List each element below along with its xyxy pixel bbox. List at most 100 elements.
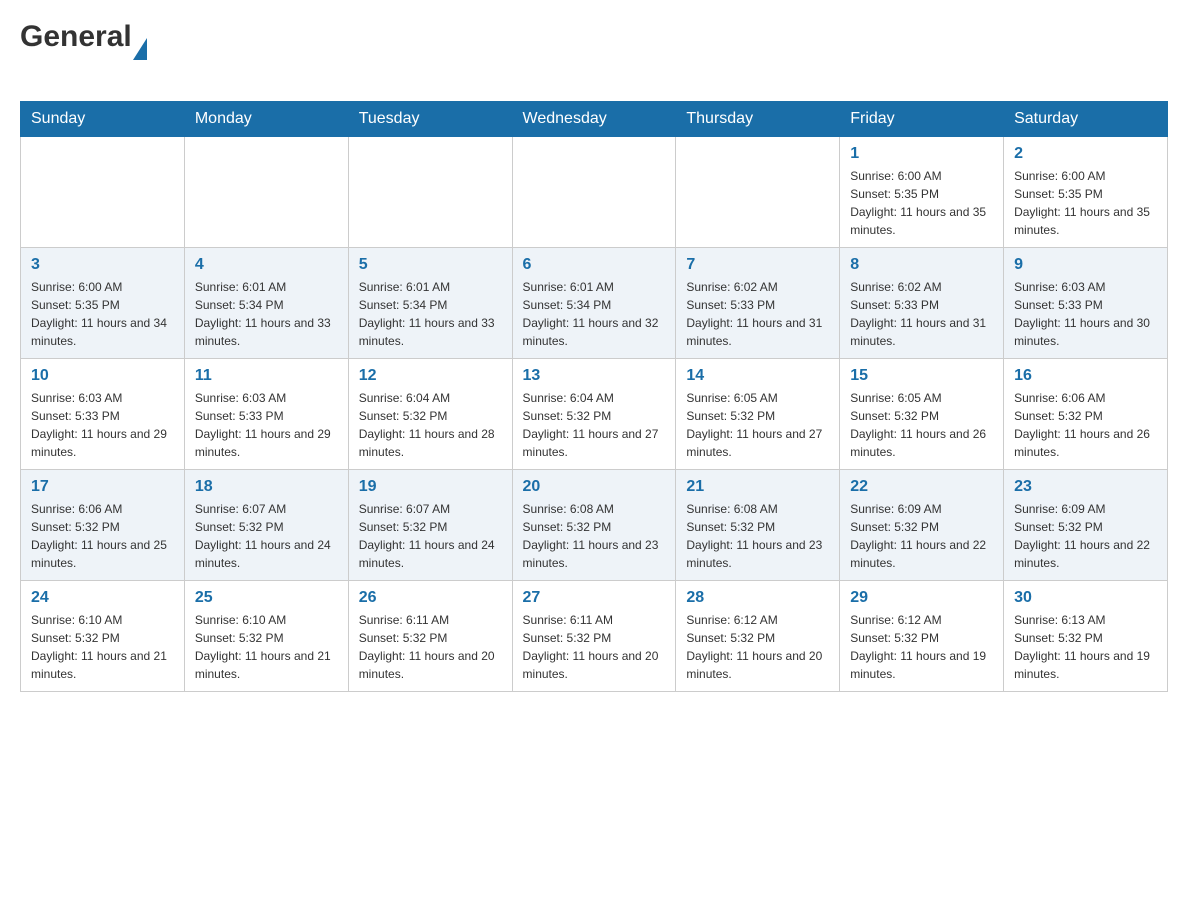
day-number: 3	[31, 256, 174, 274]
day-info: Sunrise: 6:04 AM Sunset: 5:32 PM Dayligh…	[359, 389, 502, 461]
calendar-cell: 13Sunrise: 6:04 AM Sunset: 5:32 PM Dayli…	[512, 359, 676, 470]
calendar-cell: 14 Sunrise: 6:05 AM Sunset: 5:32 PM Dayli…	[676, 359, 840, 470]
page-header: General	[20, 20, 1168, 85]
calendar-cell: 24Sunrise: 6:10 AM Sunset: 5:32 PM Dayli…	[21, 581, 185, 692]
day-number: 22	[850, 478, 993, 496]
day-info: Sunrise: 6:13 AM Sunset: 5:32 PM Dayligh…	[1014, 611, 1157, 683]
day-info: Sunrise: 6:02 AM Sunset: 5:33 PM Dayligh…	[686, 278, 829, 350]
calendar-cell: 18Sunrise: 6:07 AM Sunset: 5:32 PM Dayli…	[184, 470, 348, 581]
day-number: 7	[686, 256, 829, 274]
day-info: Sunrise: 6:01 AM Sunset: 5:34 PM Dayligh…	[195, 278, 338, 350]
logo: General	[20, 20, 148, 85]
day-of-week-header: Tuesday	[348, 102, 512, 137]
calendar-cell	[512, 137, 676, 248]
calendar-cell: 23 Sunrise: 6:09 AM Sunset: 5:32 PM Dayli…	[1004, 470, 1168, 581]
calendar-cell: 28Sunrise: 6:12 AM Sunset: 5:32 PM Dayli…	[676, 581, 840, 692]
day-number: 4	[195, 256, 338, 274]
calendar-cell: 7 Sunrise: 6:02 AM Sunset: 5:33 PM Daylig…	[676, 248, 840, 359]
day-number: 14	[686, 367, 829, 385]
calendar-week-row: 24Sunrise: 6:10 AM Sunset: 5:32 PM Dayli…	[21, 581, 1168, 692]
day-info: Sunrise: 6:01 AM Sunset: 5:34 PM Dayligh…	[359, 278, 502, 350]
calendar-header-row: SundayMondayTuesdayWednesdayThursdayFrid…	[21, 102, 1168, 137]
calendar-cell: 3 Sunrise: 6:00 AM Sunset: 5:35 PM Daylig…	[21, 248, 185, 359]
logo-triangle-icon	[133, 38, 147, 60]
calendar-cell: 25 Sunrise: 6:10 AM Sunset: 5:32 PM Dayli…	[184, 581, 348, 692]
day-number: 17	[31, 478, 174, 496]
logo-general-text: General	[20, 20, 132, 54]
day-info: Sunrise: 6:06 AM Sunset: 5:32 PM Dayligh…	[1014, 389, 1157, 461]
calendar-cell: 8 Sunrise: 6:02 AM Sunset: 5:33 PM Daylig…	[840, 248, 1004, 359]
day-of-week-header: Thursday	[676, 102, 840, 137]
day-number: 28	[686, 589, 829, 607]
calendar-cell: 19 Sunrise: 6:07 AM Sunset: 5:32 PM Dayli…	[348, 470, 512, 581]
calendar-week-row: 10Sunrise: 6:03 AM Sunset: 5:33 PM Dayli…	[21, 359, 1168, 470]
calendar-cell: 21 Sunrise: 6:08 AM Sunset: 5:32 PM Dayli…	[676, 470, 840, 581]
calendar-cell: 4 Sunrise: 6:01 AM Sunset: 5:34 PM Daylig…	[184, 248, 348, 359]
calendar-cell: 9 Sunrise: 6:03 AM Sunset: 5:33 PM Daylig…	[1004, 248, 1168, 359]
day-info: Sunrise: 6:08 AM Sunset: 5:32 PM Dayligh…	[523, 500, 666, 572]
day-info: Sunrise: 6:10 AM Sunset: 5:32 PM Dayligh…	[31, 611, 174, 683]
day-number: 2	[1014, 145, 1157, 163]
day-info: Sunrise: 6:05 AM Sunset: 5:32 PM Dayligh…	[850, 389, 993, 461]
day-number: 23	[1014, 478, 1157, 496]
day-of-week-header: Wednesday	[512, 102, 676, 137]
day-number: 8	[850, 256, 993, 274]
calendar-week-row: 3 Sunrise: 6:00 AM Sunset: 5:35 PM Daylig…	[21, 248, 1168, 359]
calendar-cell	[21, 137, 185, 248]
day-info: Sunrise: 6:07 AM Sunset: 5:32 PM Dayligh…	[359, 500, 502, 572]
calendar-cell: 30 Sunrise: 6:13 AM Sunset: 5:32 PM Dayli…	[1004, 581, 1168, 692]
calendar-cell: 26Sunrise: 6:11 AM Sunset: 5:32 PM Dayli…	[348, 581, 512, 692]
calendar-cell: 22 Sunrise: 6:09 AM Sunset: 5:32 PM Dayli…	[840, 470, 1004, 581]
day-number: 6	[523, 256, 666, 274]
calendar-week-row: 17 Sunrise: 6:06 AM Sunset: 5:32 PM Dayli…	[21, 470, 1168, 581]
day-number: 16	[1014, 367, 1157, 385]
calendar-cell: 29Sunrise: 6:12 AM Sunset: 5:32 PM Dayli…	[840, 581, 1004, 692]
day-number: 12	[359, 367, 502, 385]
calendar-cell: 10Sunrise: 6:03 AM Sunset: 5:33 PM Dayli…	[21, 359, 185, 470]
calendar-cell: 5 Sunrise: 6:01 AM Sunset: 5:34 PM Daylig…	[348, 248, 512, 359]
calendar-cell	[676, 137, 840, 248]
day-info: Sunrise: 6:00 AM Sunset: 5:35 PM Dayligh…	[31, 278, 174, 350]
day-info: Sunrise: 6:11 AM Sunset: 5:32 PM Dayligh…	[523, 611, 666, 683]
day-info: Sunrise: 6:00 AM Sunset: 5:35 PM Dayligh…	[850, 167, 993, 239]
calendar-table: SundayMondayTuesdayWednesdayThursdayFrid…	[20, 101, 1168, 692]
day-number: 27	[523, 589, 666, 607]
calendar-week-row: 1 Sunrise: 6:00 AM Sunset: 5:35 PM Daylig…	[21, 137, 1168, 248]
calendar-cell: 1 Sunrise: 6:00 AM Sunset: 5:35 PM Daylig…	[840, 137, 1004, 248]
day-number: 18	[195, 478, 338, 496]
day-number: 9	[1014, 256, 1157, 274]
calendar-cell	[184, 137, 348, 248]
day-number: 5	[359, 256, 502, 274]
day-of-week-header: Monday	[184, 102, 348, 137]
calendar-cell: 17 Sunrise: 6:06 AM Sunset: 5:32 PM Dayli…	[21, 470, 185, 581]
day-info: Sunrise: 6:00 AM Sunset: 5:35 PM Dayligh…	[1014, 167, 1157, 239]
day-info: Sunrise: 6:10 AM Sunset: 5:32 PM Dayligh…	[195, 611, 338, 683]
day-number: 25	[195, 589, 338, 607]
day-info: Sunrise: 6:09 AM Sunset: 5:32 PM Dayligh…	[1014, 500, 1157, 572]
day-info: Sunrise: 6:01 AM Sunset: 5:34 PM Dayligh…	[523, 278, 666, 350]
day-number: 20	[523, 478, 666, 496]
day-info: Sunrise: 6:03 AM Sunset: 5:33 PM Dayligh…	[1014, 278, 1157, 350]
day-info: Sunrise: 6:06 AM Sunset: 5:32 PM Dayligh…	[31, 500, 174, 572]
day-number: 30	[1014, 589, 1157, 607]
calendar-cell: 12 Sunrise: 6:04 AM Sunset: 5:32 PM Dayli…	[348, 359, 512, 470]
day-info: Sunrise: 6:02 AM Sunset: 5:33 PM Dayligh…	[850, 278, 993, 350]
day-info: Sunrise: 6:03 AM Sunset: 5:33 PM Dayligh…	[195, 389, 338, 461]
day-number: 1	[850, 145, 993, 163]
day-info: Sunrise: 6:09 AM Sunset: 5:32 PM Dayligh…	[850, 500, 993, 572]
day-number: 19	[359, 478, 502, 496]
day-info: Sunrise: 6:04 AM Sunset: 5:32 PM Dayligh…	[523, 389, 666, 461]
calendar-cell: 2 Sunrise: 6:00 AM Sunset: 5:35 PM Daylig…	[1004, 137, 1168, 248]
day-of-week-header: Friday	[840, 102, 1004, 137]
calendar-cell: 20 Sunrise: 6:08 AM Sunset: 5:32 PM Dayli…	[512, 470, 676, 581]
day-of-week-header: Sunday	[21, 102, 185, 137]
day-info: Sunrise: 6:11 AM Sunset: 5:32 PM Dayligh…	[359, 611, 502, 683]
day-of-week-header: Saturday	[1004, 102, 1168, 137]
day-info: Sunrise: 6:08 AM Sunset: 5:32 PM Dayligh…	[686, 500, 829, 572]
day-number: 11	[195, 367, 338, 385]
day-info: Sunrise: 6:05 AM Sunset: 5:32 PM Dayligh…	[686, 389, 829, 461]
day-number: 29	[850, 589, 993, 607]
calendar-cell: 27 Sunrise: 6:11 AM Sunset: 5:32 PM Dayli…	[512, 581, 676, 692]
day-number: 21	[686, 478, 829, 496]
day-info: Sunrise: 6:03 AM Sunset: 5:33 PM Dayligh…	[31, 389, 174, 461]
